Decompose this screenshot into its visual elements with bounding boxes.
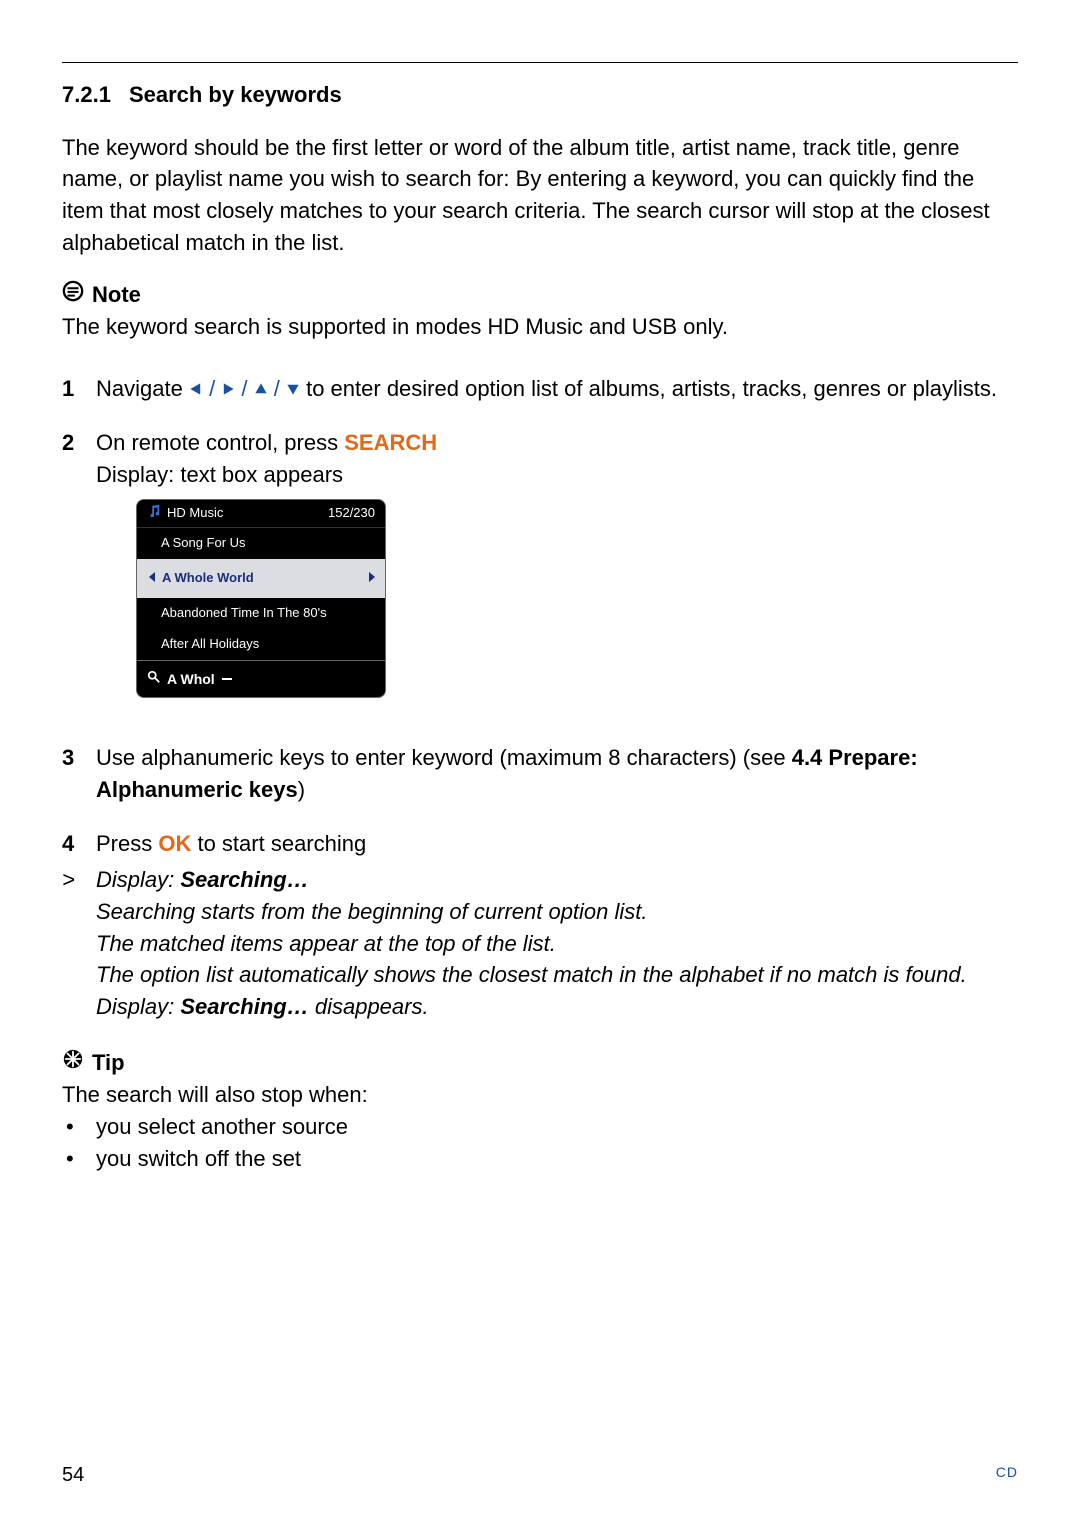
chevron-left-icon (149, 569, 156, 588)
tip-bullet-1: you select another source (62, 1111, 1018, 1143)
magnifier-icon (147, 669, 161, 689)
note-text: The keyword search is supported in modes… (62, 311, 1018, 343)
step3-close: ) (298, 777, 305, 802)
tip-lead: The search will also stop when: (62, 1079, 1018, 1111)
result-block: > Display: Searching… Searching starts f… (62, 864, 1018, 1023)
page-number: 54 (62, 1464, 84, 1487)
section-number: 7.2.1 (62, 81, 111, 110)
result-l2: Searching starts from the beginning of c… (96, 899, 648, 924)
step2-a: On remote control, press (96, 430, 344, 455)
list-item-selected: A Whole World (137, 559, 385, 598)
footer-section-ref: CD (996, 1464, 1018, 1487)
tip-block: Tip The search will also stop when: you … (62, 1047, 1018, 1175)
nav-up-icon (254, 376, 268, 401)
tip-bullet-2: you switch off the set (62, 1143, 1018, 1175)
selected-label: A Whole World (162, 569, 254, 588)
list-item: After All Holidays (137, 629, 385, 660)
device-header: HD Music 152/230 (137, 500, 385, 529)
section-title: Search by keywords (129, 82, 342, 107)
step2-b: Display: text box appears (96, 462, 343, 487)
step-3: 3 Use alphanumeric keys to enter keyword… (62, 742, 1018, 806)
device-list: A Song For Us A Whole World Abandoned Ti… (137, 528, 385, 659)
text-cursor (222, 678, 232, 680)
step3-a: Use alphanumeric keys to enter keyword (… (96, 745, 792, 770)
top-rule (62, 62, 1018, 63)
result-l1b: Searching… (180, 867, 308, 892)
search-typed: A Whol (167, 669, 215, 689)
step-2: 2 On remote control, press SEARCH Displa… (62, 427, 1018, 720)
result-l5c: disappears. (309, 994, 429, 1019)
step1-tail: to enter desired option list of albums, … (300, 376, 997, 401)
step-1: 1 Navigate / / / to enter desired option… (62, 373, 1018, 405)
step4-a: Press (96, 831, 158, 856)
tip-label: Tip (92, 1047, 125, 1079)
tip-icon (62, 1047, 84, 1079)
note-icon (62, 279, 84, 311)
device-search-row: A Whol (137, 660, 385, 697)
music-note-icon (147, 504, 161, 524)
search-key-label: SEARCH (344, 430, 437, 455)
list-item: Abandoned Time In The 80's (137, 598, 385, 629)
ok-key-label: OK (158, 831, 191, 856)
step4-b: to start searching (191, 831, 366, 856)
nav-right-icon (221, 376, 235, 401)
tip-callout: Tip (62, 1047, 1018, 1079)
result-l3: The matched items appear at the top of t… (96, 931, 556, 956)
result-l1a: Display: (96, 867, 180, 892)
nav-left-icon (189, 376, 203, 401)
result-l5b: Searching… (180, 994, 308, 1019)
steps-list: 1 Navigate / / / to enter desired option… (62, 373, 1018, 864)
list-item: A Song For Us (137, 528, 385, 559)
device-screenshot: HD Music 152/230 A Song For Us A Whole W… (136, 499, 386, 699)
intro-paragraph: The keyword should be the first letter o… (62, 132, 1018, 260)
result-l4: The option list automatically shows the … (96, 962, 967, 987)
step-4: 4 Press OK to start searching (62, 828, 1018, 860)
section-heading: 7.2.1 Search by keywords (62, 81, 1018, 110)
device-counter: 152/230 (328, 504, 375, 523)
tip-bullets: you select another source you switch off… (62, 1111, 1018, 1175)
step1-head: Navigate (96, 376, 189, 401)
result-l5a: Display: (96, 994, 180, 1019)
note-callout: Note (62, 279, 1018, 311)
nav-down-icon (286, 376, 300, 401)
page-footer: 54 CD (62, 1444, 1018, 1487)
note-label: Note (92, 279, 141, 311)
chevron-right-icon (368, 569, 375, 588)
device-title: HD Music (167, 504, 223, 523)
